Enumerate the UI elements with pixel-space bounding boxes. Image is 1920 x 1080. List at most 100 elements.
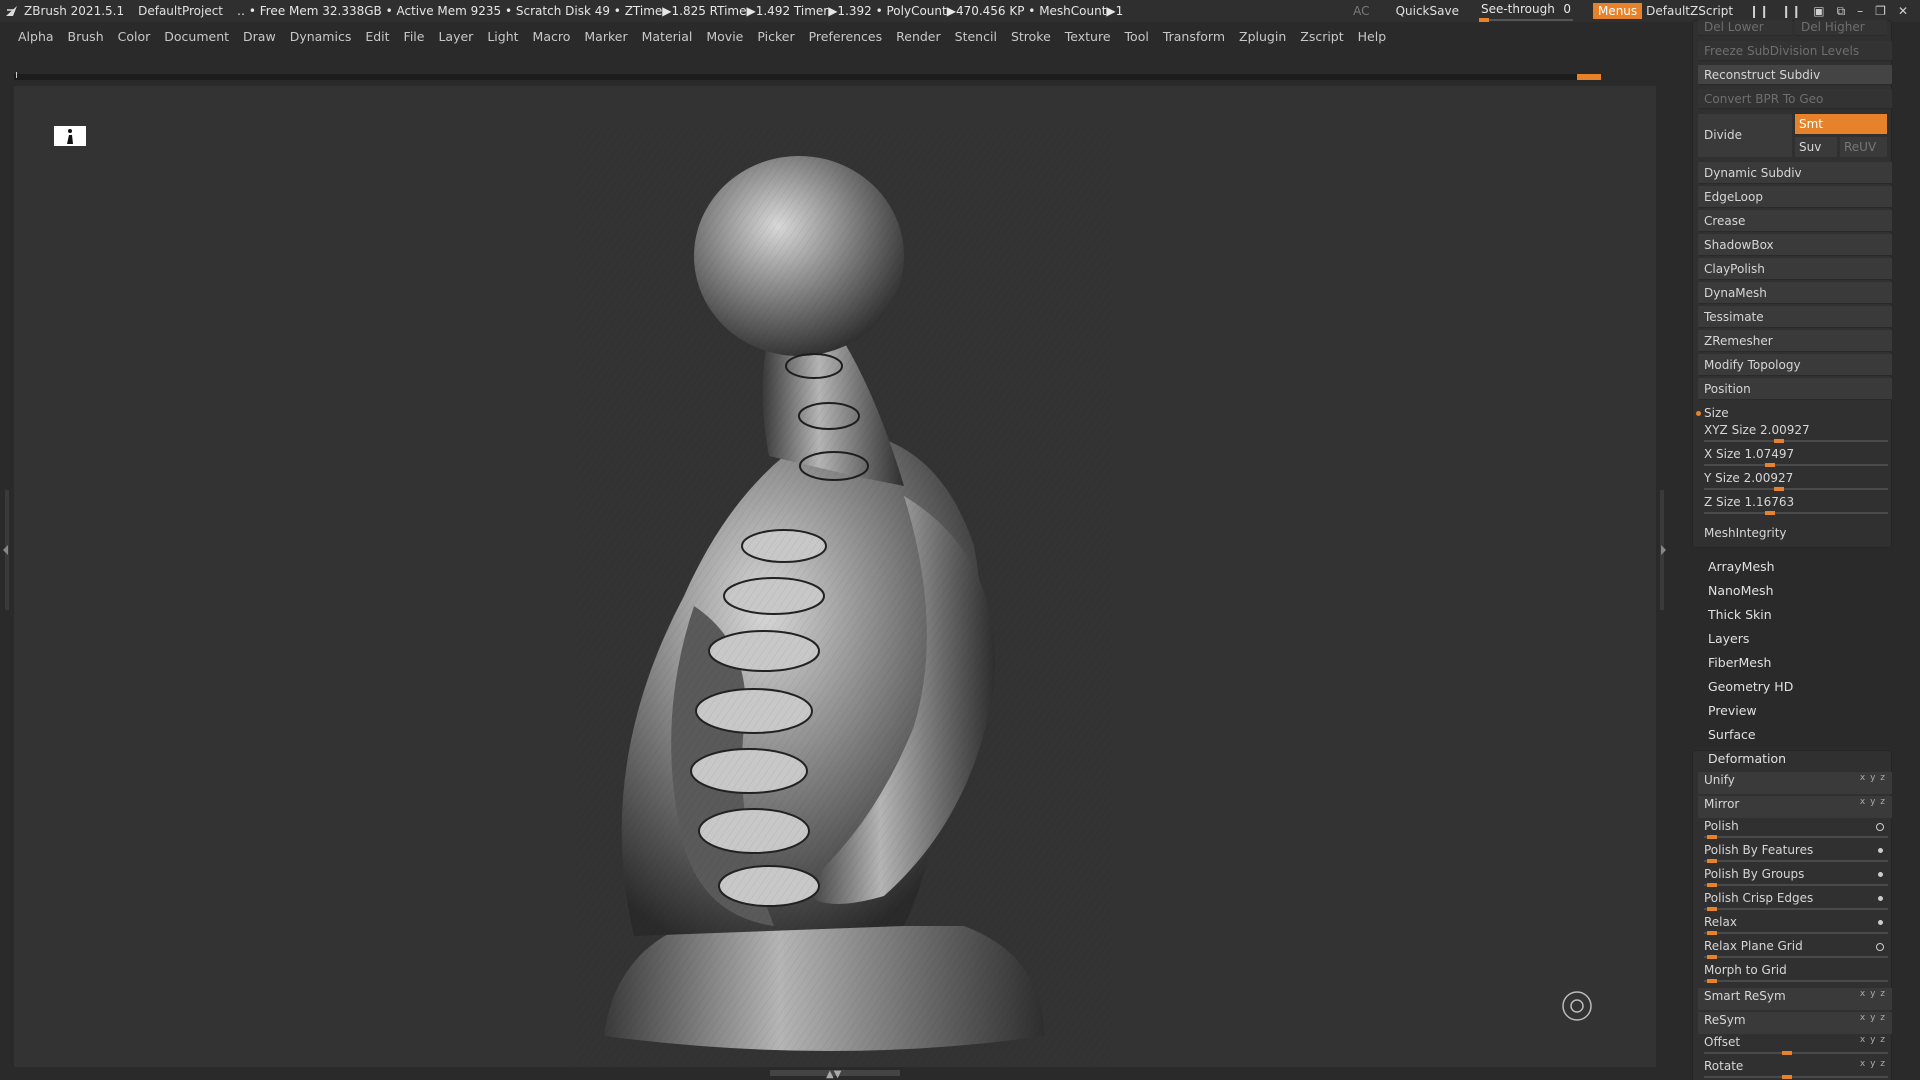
navigation-gizmo-icon[interactable] [1561,990,1593,1022]
geometry-hd-section[interactable]: Geometry HD [1694,676,1892,698]
deformation-polish-crisp-edges[interactable]: Polish Crisp Edges [1698,890,1892,912]
dynamic-subdiv-section[interactable]: Dynamic Subdiv [1698,162,1892,184]
menu-picker[interactable]: Picker [757,29,794,44]
menus-toggle-button[interactable]: Menus [1592,3,1643,19]
convert-bpr-button[interactable]: Convert BPR To Geo [1698,89,1892,109]
menu-tool[interactable]: Tool [1125,29,1149,44]
palette-left-icon[interactable]: ❙❙ [1749,4,1769,18]
nanomesh-section[interactable]: NanoMesh [1694,580,1892,602]
y-size-slider[interactable]: Y Size 2.00927 [1698,470,1892,492]
deformation-polish-by-groups[interactable]: Polish By Groups [1698,866,1892,888]
deformation-polish[interactable]: Polish [1698,818,1892,840]
deformation-knob[interactable] [1707,835,1718,839]
menu-color[interactable]: Color [118,29,151,44]
del-lower-button[interactable]: Del Lower [1698,20,1792,36]
xyz-axis-toggle[interactable]: x y z [1860,773,1886,783]
deformation-knob[interactable] [1707,907,1718,911]
ac-button[interactable]: AC [1353,4,1369,18]
bottom-tray-arrow-icon[interactable]: ▲▼ [826,1069,841,1080]
arraymesh-section[interactable]: ArrayMesh [1694,556,1892,578]
xyz-axis-toggle[interactable]: x y z [1860,1059,1886,1069]
mask-dot-icon[interactable] [1878,920,1883,925]
menu-zplugin[interactable]: Zplugin [1239,29,1286,44]
x-size-knob[interactable] [1764,463,1775,467]
right-tray-arrow-icon[interactable] [1661,545,1666,555]
menu-macro[interactable]: Macro [533,29,571,44]
z-size-slider[interactable]: Z Size 1.16763 [1698,494,1892,516]
deformation-relax[interactable]: Relax [1698,914,1892,936]
left-tray-arrow-icon[interactable] [3,545,8,555]
reuv-button[interactable]: ReUV [1840,137,1887,157]
deformation-knob[interactable] [1707,859,1718,863]
deformation-section[interactable]: Deformation [1694,748,1892,770]
menu-stencil[interactable]: Stencil [955,29,997,44]
thick-skin-section[interactable]: Thick Skin [1694,604,1892,626]
circle-toggle-icon[interactable] [1876,823,1884,831]
menu-document[interactable]: Document [164,29,229,44]
menu-file[interactable]: File [404,29,425,44]
menu-texture[interactable]: Texture [1065,29,1111,44]
surface-section[interactable]: Surface [1694,724,1892,746]
preview-section[interactable]: Preview [1694,700,1892,722]
edgeloop-section[interactable]: EdgeLoop [1698,186,1892,208]
deformation-knob[interactable] [1707,955,1718,959]
menu-layer[interactable]: Layer [438,29,473,44]
reconstruct-subdiv-button[interactable]: Reconstruct Subdiv [1698,65,1892,85]
xyz-axis-toggle[interactable]: x y z [1860,1013,1886,1023]
tessimate-section[interactable]: Tessimate [1698,306,1892,328]
mask-dot-icon[interactable] [1878,872,1883,877]
circle-toggle-icon[interactable] [1876,943,1884,951]
deformation-smart-resym[interactable]: Smart ReSym x y z [1698,988,1892,1010]
deformation-polish-by-features[interactable]: Polish By Features [1698,842,1892,864]
layout-icon[interactable]: ▣ [1813,4,1824,18]
floor-figure-icon[interactable] [54,126,86,146]
menu-edit[interactable]: Edit [365,29,389,44]
menu-preferences[interactable]: Preferences [809,29,883,44]
y-size-knob[interactable] [1773,487,1784,491]
crease-section[interactable]: Crease [1698,210,1892,232]
deformation-relax-plane-grid[interactable]: Relax Plane Grid [1698,938,1892,960]
menu-marker[interactable]: Marker [584,29,627,44]
menu-alpha[interactable]: Alpha [18,29,54,44]
menu-movie[interactable]: Movie [706,29,743,44]
menu-help[interactable]: Help [1358,29,1387,44]
xyz-axis-toggle[interactable]: x y z [1860,1035,1886,1045]
xyz-size-knob[interactable] [1773,439,1784,443]
x-size-slider[interactable]: X Size 1.07497 [1698,446,1892,468]
deformation-knob[interactable] [1707,931,1718,935]
quicksave-button[interactable]: QuickSave [1396,4,1459,18]
deformation-resym[interactable]: ReSym x y z [1698,1012,1892,1034]
deformation-mirror[interactable]: Mirror x y z [1698,796,1892,818]
menu-material[interactable]: Material [642,29,693,44]
deformation-unify[interactable]: Unify x y z [1698,772,1892,794]
menu-render[interactable]: Render [896,29,941,44]
deformation-knob[interactable] [1782,1075,1793,1079]
size-section[interactable]: Size [1698,402,1892,424]
dynamesh-section[interactable]: DynaMesh [1698,282,1892,304]
menu-light[interactable]: Light [487,29,518,44]
minimize-icon[interactable]: – [1857,4,1863,18]
deformation-rotate[interactable]: Rotate x y z [1698,1058,1892,1080]
close-icon[interactable]: ✕ [1898,4,1908,18]
default-zscript-button[interactable]: DefaultZScript [1646,4,1733,18]
swap-icon[interactable]: ⧉ [1837,4,1846,19]
restore-icon[interactable]: ❐ [1875,4,1886,18]
smt-toggle[interactable]: Smt [1795,114,1887,134]
deformation-offset[interactable]: Offset x y z [1698,1034,1892,1056]
mask-dot-icon[interactable] [1878,848,1883,853]
see-through-knob[interactable] [1478,18,1489,22]
deformation-morph-to-grid[interactable]: Morph to Grid [1698,962,1892,984]
mesh-integrity-section[interactable]: MeshIntegrity [1698,522,1892,544]
xyz-axis-toggle[interactable]: x y z [1860,989,1886,999]
menu-brush[interactable]: Brush [68,29,104,44]
position-section[interactable]: Position [1698,378,1892,400]
xyz-axis-toggle[interactable]: x y z [1860,797,1886,807]
canvas-viewport[interactable] [14,86,1656,1067]
menu-transform[interactable]: Transform [1163,29,1225,44]
menu-draw[interactable]: Draw [243,29,276,44]
menu-dynamics[interactable]: Dynamics [290,29,352,44]
deformation-knob[interactable] [1707,883,1718,887]
divide-button[interactable]: Divide [1698,114,1792,157]
modify-topology-section[interactable]: Modify Topology [1698,354,1892,376]
freeze-subdivision-button[interactable]: Freeze SubDivision Levels [1698,41,1892,61]
